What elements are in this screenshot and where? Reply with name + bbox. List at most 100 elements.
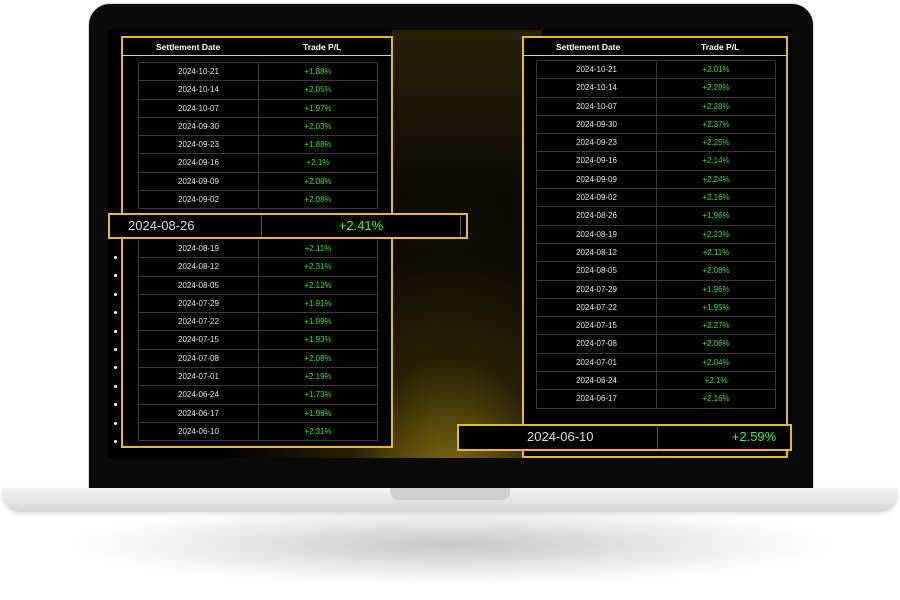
settlement-date-cell: 2024-07-29 [537, 280, 657, 298]
trade-pl-cell: +2.08% [304, 195, 332, 205]
decorative-dot [114, 329, 117, 333]
table-row[interactable]: 2024-08-19 +2.11% [139, 240, 377, 259]
trade-pl-cell: +1.96% [304, 408, 332, 418]
trade-pl-cell: +2.11% [702, 247, 730, 257]
table-row[interactable]: 2024-07-08 +2.08% [139, 349, 377, 369]
settlement-date-cell: 2024-10-14 [139, 81, 259, 99]
trade-pl-cell: +1.93% [304, 335, 332, 345]
trade-pl-cell: +1.97% [304, 103, 332, 113]
right-highlight-row[interactable]: 2024-06-10 +2.59% [457, 424, 792, 451]
table-row[interactable]: 2024-08-12 +2.31% [139, 258, 377, 277]
table-row[interactable]: 2024-10-14 +2.05% [139, 81, 377, 100]
decorative-dot [114, 274, 117, 278]
table-row[interactable]: 2024-07-15 +2.27% [537, 317, 775, 336]
table-row[interactable]: 2024-06-17 +2.16% [537, 390, 775, 409]
table-row[interactable]: 2024-07-01 +2.04% [537, 353, 775, 373]
settlement-date-cell: 2024-06-17 [537, 390, 657, 408]
table-row[interactable]: 2024-09-16 +2.1% [139, 154, 377, 173]
decorative-dot [114, 292, 117, 296]
trade-pl-header: Trade P/L [303, 42, 342, 52]
trade-pl-cell: +1.96% [702, 284, 730, 294]
decorative-dot [114, 311, 117, 315]
table-row[interactable]: 2024-08-19 +2.23% [537, 225, 775, 244]
table-row[interactable]: 2024-07-08 +2.06% [537, 335, 775, 354]
decorative-dot [114, 348, 117, 351]
settlement-date-cell: 2024-09-09 [139, 172, 259, 191]
settlement-date-cell: 2024-09-09 [537, 170, 657, 189]
trade-pl-cell: +2.37% [702, 119, 730, 129]
settlement-date-cell: 2024-09-30 [139, 117, 259, 136]
table-row[interactable]: 2024-08-26 +1.96% [537, 207, 775, 226]
trade-pl-cell: +2.27% [702, 321, 730, 331]
settlement-date-cell: 2024-09-23 [537, 134, 657, 152]
table-row[interactable]: 2024-09-16 +2.14% [537, 152, 775, 171]
settlement-date-cell: 2024-07-22 [139, 313, 259, 331]
trade-pl-cell: +2.19% [304, 372, 332, 382]
settlement-date-cell: 2024-08-26 [537, 207, 657, 225]
trade-pl-header: Trade P/L [701, 42, 740, 52]
table-row[interactable]: 2024-09-23 +1.88% [139, 136, 377, 155]
trade-pl-cell: +2.01% [702, 65, 730, 74]
table-row[interactable]: 2024-06-24 +2.1% [537, 372, 775, 391]
trade-pl-cell: +2.08% [702, 266, 730, 276]
highlight-pl: +2.59% [731, 429, 777, 444]
settlement-date-cell: 2024-07-15 [139, 331, 259, 349]
settlement-date-cell: 2024-09-02 [139, 191, 259, 209]
trade-pl-cell: +2.31% [304, 426, 332, 436]
table-row[interactable]: 2024-10-07 +2.28% [537, 97, 775, 116]
table-row[interactable]: 2024-06-17 +1.96% [139, 404, 377, 423]
decorative-dot [114, 440, 117, 443]
highlight-divider [460, 215, 461, 237]
settlement-date-cell: 2024-10-14 [537, 79, 657, 97]
table-row[interactable]: 2024-07-29 +1.91% [139, 294, 377, 314]
trade-pl-cell: +1.96% [702, 211, 730, 221]
table-row[interactable]: 2024-09-30 +2.37% [537, 115, 775, 135]
decorative-dot [114, 403, 117, 407]
table-row[interactable]: 2024-08-05 +2.12% [139, 276, 377, 295]
settlement-date-cell: 2024-08-05 [537, 262, 657, 280]
settlement-date-cell: 2024-08-12 [139, 258, 259, 276]
decorative-dot [114, 256, 117, 259]
decorative-dot [114, 366, 117, 370]
settlement-date-cell: 2024-07-15 [537, 317, 657, 335]
settlement-date-cell: 2024-09-16 [139, 154, 259, 172]
trade-pl-cell: +2.03% [304, 121, 332, 131]
settlement-date-cell: 2024-10-21 [537, 61, 657, 79]
table-row[interactable]: 2024-07-22 +1.99% [139, 313, 377, 332]
table-row[interactable]: 2024-07-22 +1.95% [537, 298, 775, 318]
trade-pl-cell: +2.1% [306, 158, 330, 168]
table-row[interactable]: 2024-10-21 +2.01% [537, 61, 775, 80]
settlement-date-cell: 2024-06-24 [139, 386, 259, 404]
trade-pl-cell: +2.28% [702, 101, 730, 111]
table-row[interactable]: 2024-09-23 +2.25% [537, 134, 775, 153]
settlement-date-header: Settlement Date [556, 42, 621, 52]
table-row[interactable]: 2024-06-24 +1.73% [139, 386, 377, 405]
settlement-date-cell: 2024-10-07 [537, 97, 657, 115]
table-row[interactable]: 2024-07-01 +2.19% [139, 368, 377, 387]
settlement-date-cell: 2024-07-01 [537, 353, 657, 372]
table-row[interactable]: 2024-07-29 +1.96% [537, 280, 775, 299]
table-row[interactable]: 2024-09-09 +2.24% [537, 170, 775, 190]
table-row[interactable]: 2024-10-21 +1.88% [139, 63, 377, 82]
table-row[interactable]: 2024-09-02 +2.08% [139, 191, 377, 210]
trade-pl-cell: +2.08% [304, 176, 332, 186]
table-row[interactable]: 2024-09-02 +2.16% [537, 189, 775, 208]
settlement-date-cell: 2024-09-23 [139, 136, 259, 154]
table-row[interactable]: 2024-09-30 +2.03% [139, 117, 377, 137]
table-row[interactable]: 2024-08-12 +2.11% [537, 243, 775, 263]
settlement-date-cell: 2024-07-22 [537, 298, 657, 317]
trade-pl-cell: +2.31% [304, 262, 332, 272]
table-row[interactable]: 2024-10-14 +2.28% [537, 79, 775, 98]
left-highlight-row[interactable]: 2024-08-26 +2.41% [108, 213, 468, 239]
settlement-date-cell: 2024-07-08 [139, 349, 259, 368]
trade-pl-cell: +2.16% [702, 193, 730, 203]
table-row[interactable]: 2024-08-05 +2.08% [537, 262, 775, 281]
trade-pl-cell: +2.08% [304, 353, 332, 363]
table-row[interactable]: 2024-09-09 +2.08% [139, 172, 377, 192]
background-glow [392, 30, 542, 458]
table-row[interactable]: 2024-10-07 +1.97% [139, 99, 377, 118]
settlement-date-cell: 2024-09-30 [537, 115, 657, 134]
table-row[interactable]: 2024-07-15 +1.93% [139, 331, 377, 350]
table-row[interactable]: 2024-06-10 +2.31% [139, 422, 377, 442]
trade-pl-cell: +1.99% [304, 317, 332, 327]
